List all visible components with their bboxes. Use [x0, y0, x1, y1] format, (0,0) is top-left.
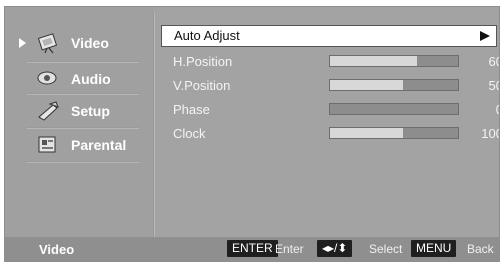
setting-label: H.Position	[173, 54, 233, 69]
back-hint: Back	[467, 242, 494, 256]
navigation-key[interactable]: ◂▸/⬍	[317, 240, 353, 257]
sidebar: Video Audio Setup Parental	[5, 7, 153, 239]
setup-icon	[35, 100, 61, 122]
sidebar-item-label: Audio	[71, 71, 111, 87]
sidebar-item-label: Video	[71, 35, 109, 51]
audio-icon	[35, 68, 61, 90]
slider-fill	[330, 56, 418, 66]
setting-value: 100	[481, 126, 499, 141]
parental-icon	[35, 134, 61, 156]
menu-key[interactable]: MENU	[411, 240, 457, 257]
sidebar-item-label: Setup	[71, 103, 110, 119]
sidebar-item-parental[interactable]: Parental	[5, 129, 153, 161]
sidebar-item-label: Parental	[71, 137, 127, 153]
clock-slider[interactable]	[329, 127, 459, 139]
panel-divider	[153, 13, 155, 239]
footer-bar: Video ENTER Enter ◂▸/⬍ Select MENU Back	[5, 237, 499, 261]
sidebar-item-audio[interactable]: Audio	[5, 63, 153, 95]
sidebar-item-setup[interactable]: Setup	[5, 95, 153, 127]
auto-adjust-item[interactable]: Auto Adjust	[161, 25, 497, 47]
auto-adjust-label: Auto Adjust	[174, 28, 240, 43]
slider-fill	[330, 80, 403, 90]
setting-row-phase[interactable]: Phase 0	[165, 99, 499, 119]
setting-value: 0	[463, 102, 499, 117]
settings-panel: Auto Adjust H.Position 60 V.Position 50 …	[157, 7, 499, 239]
phase-slider[interactable]	[329, 103, 459, 115]
video-icon	[35, 32, 61, 54]
selection-pointer-icon	[19, 38, 26, 48]
setting-row-h-position[interactable]: H.Position 60	[165, 51, 499, 71]
h-position-slider[interactable]	[329, 55, 459, 67]
sidebar-item-video[interactable]: Video	[5, 27, 153, 59]
select-hint: Select	[369, 242, 403, 256]
slider-fill	[330, 128, 403, 138]
enter-key[interactable]: ENTER	[227, 240, 278, 257]
setting-row-v-position[interactable]: V.Position 50	[165, 75, 499, 95]
setting-row-clock[interactable]: Clock 100	[165, 123, 499, 143]
v-position-slider[interactable]	[329, 79, 459, 91]
setting-label: Clock	[173, 126, 206, 141]
setting-label: V.Position	[173, 78, 231, 93]
current-mode-label: Video	[39, 242, 75, 257]
chevron-right-icon	[480, 31, 490, 41]
setting-value: 50	[488, 78, 499, 93]
setting-label: Phase	[173, 102, 210, 117]
osd-screen: Video Audio Setup Parental Auto Adjust H…	[4, 6, 500, 262]
menu-divider	[27, 161, 139, 163]
enter-hint: Enter	[275, 242, 304, 256]
setting-value: 60	[488, 54, 499, 69]
